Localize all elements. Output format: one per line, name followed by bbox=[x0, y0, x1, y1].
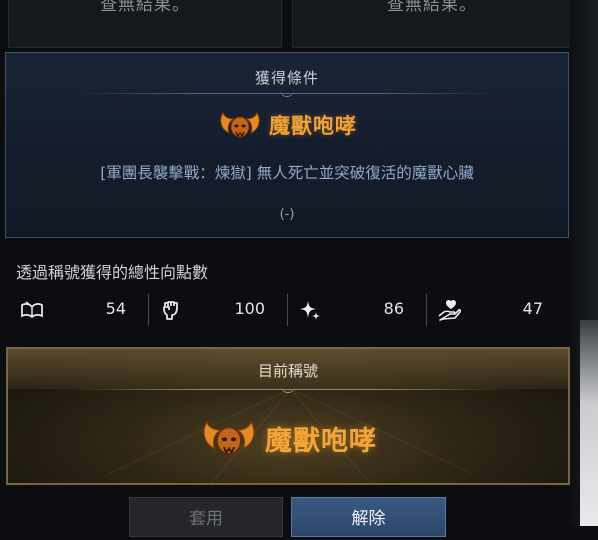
stat-heart-hand: 47 bbox=[427, 294, 565, 326]
stats-row: 54 100 86 47 bbox=[10, 294, 565, 326]
stat-fist: 100 bbox=[149, 294, 288, 326]
condition-description: [軍團長襲擊戰：煉獄] 無人死亡並突破復活的魔獸心臟 bbox=[100, 164, 474, 182]
result-card-right: 查無結果。 bbox=[292, 0, 572, 48]
current-title-panel: 目前稱號 魔獸咆哮 bbox=[6, 347, 570, 485]
result-card-left: 查無結果。 bbox=[8, 0, 282, 48]
apply-button[interactable]: 套用 bbox=[129, 497, 283, 537]
current-title-display: 魔獸咆哮 bbox=[8, 417, 568, 459]
stats-heading: 透過稱號獲得的總性向點數 bbox=[16, 263, 209, 282]
stat-value: 47 bbox=[522, 299, 543, 318]
condition-heading: 獲得條件 bbox=[254, 69, 319, 87]
current-title-name: 魔獸咆哮 bbox=[265, 425, 377, 457]
divider bbox=[68, 389, 508, 393]
stat-value: 54 bbox=[105, 299, 126, 318]
scrollbar-thumb[interactable] bbox=[580, 320, 598, 526]
condition-progress: (-) bbox=[279, 207, 295, 222]
no-results-text: 查無結果。 bbox=[100, 0, 190, 15]
divider bbox=[76, 93, 498, 97]
beast-horns-icon bbox=[220, 112, 260, 138]
beast-horns-icon bbox=[203, 421, 255, 455]
stat-value: 100 bbox=[234, 299, 265, 318]
title-preview: 魔獸咆哮 bbox=[6, 109, 568, 141]
book-icon bbox=[21, 301, 43, 319]
acquisition-condition-panel: 獲得條件 魔獸咆哮 [軍團長襲擊戰：煉獄] 無人死亡並突破復活的魔獸心臟 (-) bbox=[5, 52, 569, 238]
heart-hand-icon bbox=[438, 299, 461, 321]
sparkle-icon bbox=[300, 301, 320, 320]
stat-value: 86 bbox=[383, 299, 404, 318]
scrollbar-track[interactable] bbox=[570, 0, 598, 526]
fist-icon bbox=[163, 301, 178, 320]
condition-title-name: 魔獸咆哮 bbox=[269, 114, 357, 138]
release-button[interactable]: 解除 bbox=[291, 497, 446, 537]
stat-book: 54 bbox=[10, 294, 149, 326]
stat-sparkle: 86 bbox=[288, 294, 427, 326]
no-results-text: 查無結果。 bbox=[387, 0, 477, 15]
current-title-label: 目前稱號 bbox=[257, 362, 318, 380]
